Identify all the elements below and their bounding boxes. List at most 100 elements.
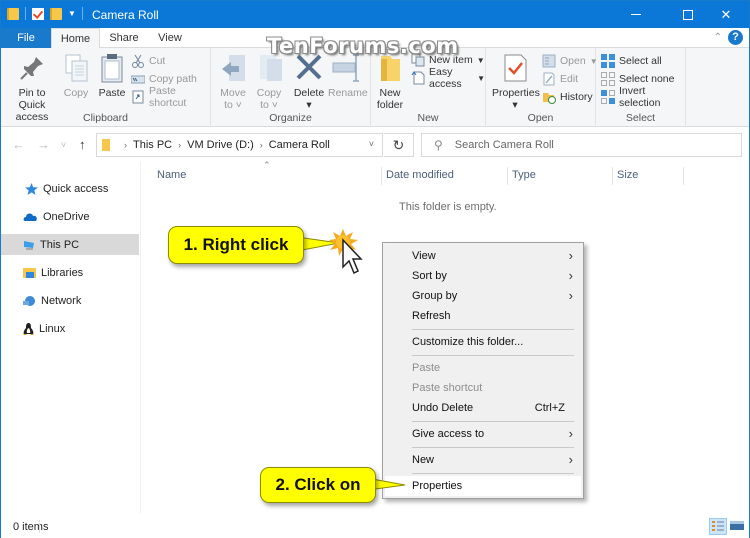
breadcrumb-separator-icon[interactable]: › <box>260 140 263 150</box>
tab-share[interactable]: Share <box>104 28 144 48</box>
menu-item-group-by[interactable]: Group by › <box>385 286 581 306</box>
menu-item-paste[interactable]: Paste <box>385 358 581 378</box>
new-folder-button[interactable]: New folder <box>373 52 407 111</box>
column-header-type[interactable]: Type <box>508 167 613 185</box>
nav-item-linux[interactable]: Linux <box>1 318 139 339</box>
column-header-name[interactable]: Name <box>153 167 382 185</box>
move-to-label-line2: to ˅ <box>224 99 242 111</box>
customize-toolbar-dropdown-icon[interactable]: ▼ <box>68 9 76 18</box>
refresh-button[interactable]: ↻ <box>384 133 414 157</box>
toolbar-divider <box>81 7 83 20</box>
paste-shortcut-button[interactable]: Paste shortcut <box>131 85 210 109</box>
tab-file[interactable]: File <box>1 28 51 48</box>
nav-item-label: OneDrive <box>43 210 90 223</box>
menu-item-view[interactable]: View › <box>385 246 581 266</box>
help-icon[interactable]: ? <box>728 30 743 45</box>
properties-dropdown-icon[interactable]: ▾ <box>492 99 538 111</box>
menu-separator <box>412 355 574 356</box>
large-icons-view-button[interactable] <box>729 518 747 535</box>
forward-button[interactable]: → <box>37 137 50 152</box>
paste-button[interactable]: Paste <box>95 52 129 99</box>
invert-selection-button[interactable]: Invert selection <box>601 85 685 109</box>
libraries-icon <box>23 267 36 279</box>
tab-home[interactable]: Home <box>51 28 100 49</box>
details-view-button[interactable] <box>709 518 727 535</box>
properties-check-icon[interactable] <box>32 7 44 20</box>
cut-button[interactable]: Cut <box>131 53 165 69</box>
paste-shortcut-label: Paste shortcut <box>149 85 187 109</box>
delete-dropdown-icon[interactable]: ▾ <box>293 99 325 111</box>
new-item-dropdown-icon: ▼ <box>476 55 485 65</box>
breadcrumb-vm-drive[interactable]: VM Drive (D:) <box>187 139 254 151</box>
column-header-size[interactable]: Size <box>613 167 684 185</box>
back-button[interactable]: ← <box>12 137 25 152</box>
edit-label: Edit <box>560 73 579 85</box>
select-group: Select all Select none Invert selection … <box>596 48 686 127</box>
click-burst-cursor-icon <box>329 229 363 275</box>
nav-item-libraries[interactable]: Libraries <box>1 262 139 283</box>
column-header-date-modified[interactable]: Date modified <box>382 167 508 185</box>
clipboard-group-label: Clipboard <box>83 112 128 124</box>
menu-item-undo-delete[interactable]: Undo Delete Ctrl+Z <box>385 398 581 418</box>
breadcrumb-this-pc[interactable]: This PC <box>133 139 172 151</box>
nav-item-quick-access[interactable]: Quick access <box>1 178 139 199</box>
breadcrumb-separator-icon[interactable]: › <box>178 140 181 150</box>
open-group-label: Open <box>527 112 554 124</box>
menu-item-sort-by[interactable]: Sort by › <box>385 266 581 286</box>
forward-arrow-icon: → <box>37 137 50 152</box>
collapse-ribbon-icon[interactable]: ⌃ <box>714 32 722 43</box>
toolbar-divider <box>25 7 26 20</box>
edit-icon <box>542 72 556 86</box>
menu-item-customize-folder[interactable]: Customize this folder... <box>385 332 581 352</box>
edit-button[interactable]: Edit <box>542 71 578 87</box>
open-button[interactable]: Open ▼ <box>542 53 598 69</box>
address-bar[interactable]: › This PC › VM Drive (D:) › Camera Roll … <box>96 133 383 157</box>
item-count: 0 items <box>13 521 49 533</box>
navigation-bar: ← → ˅ ↑ › This PC › VM Drive (D:) › Came… <box>1 128 749 162</box>
rename-button[interactable]: Rename <box>328 52 368 99</box>
submenu-arrow-icon: › <box>568 288 573 303</box>
menu-item-paste-shortcut[interactable]: Paste shortcut <box>385 378 581 398</box>
watermark: TenForums.com <box>267 34 459 58</box>
status-bar: 0 items <box>1 515 749 538</box>
breadcrumb-camera-roll[interactable]: Camera Roll <box>269 139 330 151</box>
menu-item-new[interactable]: New › <box>385 450 581 470</box>
copy-button[interactable]: Copy <box>61 52 91 99</box>
history-icon <box>542 90 556 104</box>
menu-item-give-access-to[interactable]: Give access to › <box>385 424 581 444</box>
properties-icon <box>499 52 531 84</box>
search-box[interactable]: ⚲ Search Camera Roll <box>421 133 742 157</box>
select-all-button[interactable]: Select all <box>601 53 662 69</box>
recent-locations-button[interactable]: ˅ <box>61 140 66 150</box>
delete-button[interactable]: Delete ▾ <box>293 52 325 111</box>
close-button[interactable]: ✕ <box>703 1 749 28</box>
breadcrumb-separator-icon[interactable]: › <box>124 140 127 150</box>
cut-label: Cut <box>149 55 166 67</box>
copy-to-label-line2: to ˅ <box>260 99 278 111</box>
move-to-button[interactable]: Move to ˅ <box>219 52 247 111</box>
status-divider <box>39 520 40 533</box>
minimize-button[interactable] <box>613 1 659 28</box>
history-button[interactable]: History <box>542 89 593 105</box>
up-button[interactable]: ↑ <box>79 137 86 152</box>
nav-item-network[interactable]: Network <box>1 290 139 311</box>
properties-button[interactable]: Properties ▾ <box>492 52 540 111</box>
menu-item-properties[interactable]: Properties <box>385 476 581 496</box>
new-folder-icon[interactable] <box>50 7 62 20</box>
nav-item-onedrive[interactable]: OneDrive <box>1 206 139 227</box>
copy-label: Copy <box>63 87 89 99</box>
callout-right-click: 1. Right click <box>168 226 304 264</box>
select-none-icon <box>601 72 615 86</box>
tab-view[interactable]: View <box>154 28 186 48</box>
copy-to-button[interactable]: Copy to ˅ <box>255 52 283 111</box>
easy-access-button[interactable]: Easy access ▼ <box>411 66 485 90</box>
maximize-icon <box>683 9 693 20</box>
organize-group-label: Organize <box>269 112 312 124</box>
easy-access-label: Easy access <box>429 66 462 90</box>
menu-item-refresh[interactable]: Refresh <box>385 306 581 326</box>
close-icon: ✕ <box>720 6 732 22</box>
address-history-dropdown-icon[interactable]: ˅ <box>369 139 374 149</box>
nav-item-this-pc[interactable]: This PC <box>1 234 139 255</box>
details-view-icon <box>712 521 724 531</box>
submenu-arrow-icon: › <box>568 268 573 283</box>
